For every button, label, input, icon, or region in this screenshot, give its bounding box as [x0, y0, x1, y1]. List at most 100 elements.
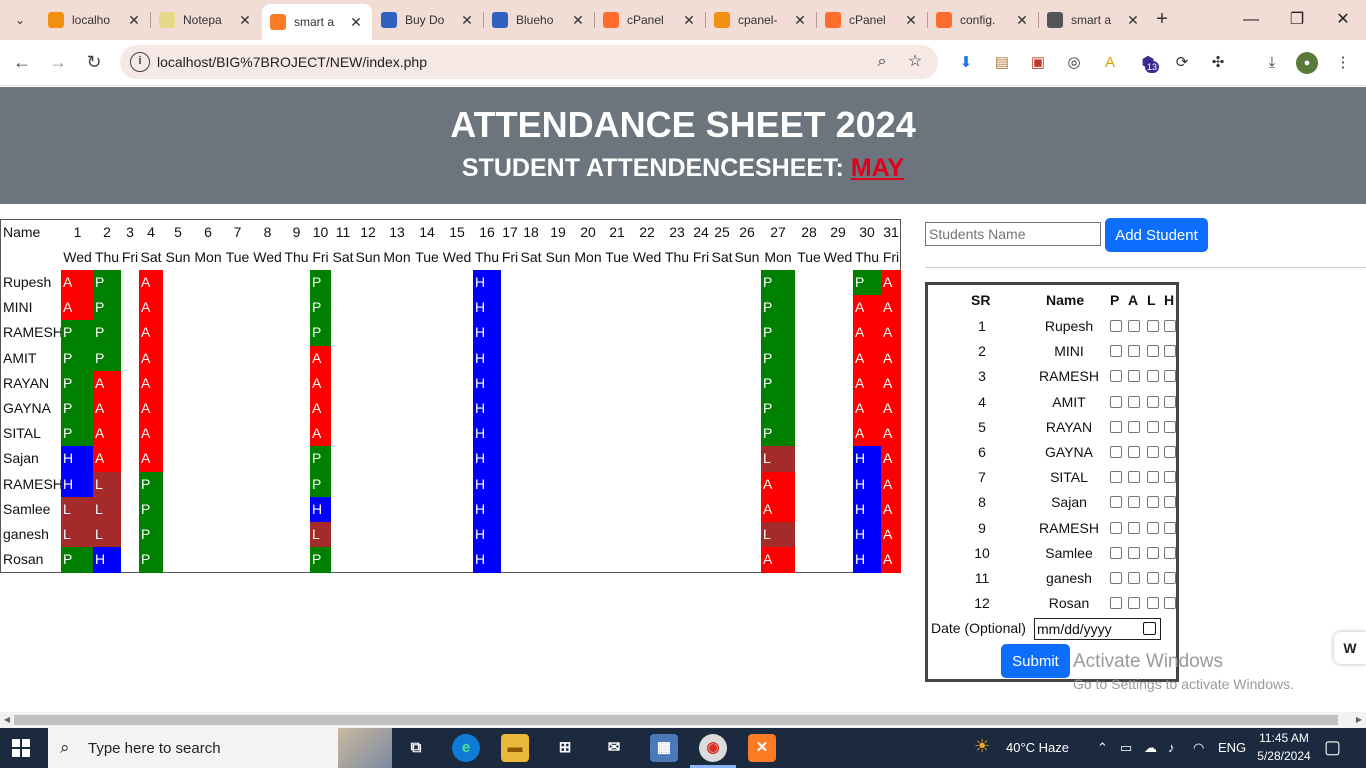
volume-icon[interactable]: ♪: [1168, 740, 1175, 755]
reload-button[interactable]: ↻: [80, 48, 108, 76]
present-checkbox[interactable]: [1110, 572, 1122, 584]
holiday-checkbox[interactable]: [1164, 546, 1176, 559]
add-student-button[interactable]: Add Student: [1105, 218, 1208, 252]
present-checkbox[interactable]: [1110, 320, 1122, 332]
holiday-checkbox[interactable]: [1164, 471, 1176, 484]
restore-button[interactable]: ❐: [1274, 0, 1320, 40]
present-checkbox[interactable]: [1110, 597, 1122, 610]
weather-text[interactable]: 40°C Haze: [1006, 740, 1069, 755]
browser-tab[interactable]: config. ✕: [928, 6, 1038, 34]
present-checkbox[interactable]: [1110, 496, 1122, 509]
wifi-icon[interactable]: ◠: [1193, 740, 1204, 756]
close-tab-icon[interactable]: ✕: [681, 12, 697, 29]
leave-checkbox[interactable]: [1147, 420, 1159, 433]
download-manager-icon[interactable]: ⬇: [955, 52, 977, 74]
holiday-checkbox[interactable]: [1164, 446, 1176, 458]
taskbar-search-box[interactable]: ⌕ Type here to search: [48, 728, 392, 768]
leave-checkbox[interactable]: [1147, 320, 1159, 332]
close-tab-icon[interactable]: ✕: [459, 12, 475, 29]
side-widget-icon[interactable]: W: [1334, 632, 1366, 664]
extensions-puzzle-icon[interactable]: ✣: [1207, 52, 1229, 74]
browser-menu-icon[interactable]: ⋮: [1332, 52, 1354, 74]
browser-tab[interactable]: Blueho ✕: [484, 6, 594, 34]
chrome-taskbar-icon[interactable]: ◉: [699, 734, 727, 762]
zoom-icon[interactable]: ⌕: [872, 52, 892, 72]
code-extension-icon[interactable]: ◎: [1063, 52, 1085, 74]
browser-tab[interactable]: smart a ✕: [1039, 6, 1149, 34]
bookmark-star-icon[interactable]: ☆: [905, 52, 925, 72]
browser-tab[interactable]: smart a ✕: [262, 4, 372, 40]
close-tab-icon[interactable]: ✕: [348, 14, 364, 31]
browser-tab[interactable]: Notepa ✕: [151, 6, 261, 34]
holiday-checkbox[interactable]: [1164, 345, 1176, 358]
leave-checkbox[interactable]: [1147, 521, 1159, 534]
absent-checkbox[interactable]: [1128, 395, 1140, 408]
image-extension-icon[interactable]: ▣: [1027, 52, 1049, 74]
holiday-checkbox[interactable]: [1164, 521, 1176, 534]
url-text[interactable]: localhost/BIG%7BROJECT/NEW/index.php: [157, 54, 427, 70]
absent-checkbox[interactable]: [1128, 546, 1140, 559]
weather-icon[interactable]: ☀: [974, 736, 990, 757]
clock-date[interactable]: 5/28/2024: [1252, 749, 1316, 763]
edge-browser-icon[interactable]: e: [452, 734, 480, 762]
date-input[interactable]: mm/dd/yyyy: [1034, 618, 1161, 640]
absent-checkbox[interactable]: [1128, 345, 1140, 358]
absent-checkbox[interactable]: [1128, 471, 1140, 484]
close-tab-icon[interactable]: ✕: [1014, 12, 1030, 29]
leave-checkbox[interactable]: [1147, 572, 1159, 584]
sync-extension-icon[interactable]: ⟳: [1171, 52, 1193, 74]
absent-checkbox[interactable]: [1128, 597, 1140, 610]
absent-checkbox[interactable]: [1128, 320, 1140, 332]
student-name-input[interactable]: [925, 222, 1101, 246]
task-view-icon[interactable]: ⧉: [402, 734, 430, 762]
leave-checkbox[interactable]: [1147, 395, 1159, 408]
absent-checkbox[interactable]: [1128, 446, 1140, 458]
store-icon[interactable]: ⊞: [551, 734, 579, 762]
leave-checkbox[interactable]: [1147, 496, 1159, 509]
present-checkbox[interactable]: [1110, 395, 1122, 408]
translate-extension-icon[interactable]: A: [1099, 52, 1121, 74]
browser-tab[interactable]: Buy Do ✕: [373, 6, 483, 34]
calendar-icon[interactable]: [1143, 622, 1156, 635]
absent-checkbox[interactable]: [1128, 521, 1140, 534]
site-info-icon[interactable]: i: [130, 52, 150, 72]
holiday-checkbox[interactable]: [1164, 395, 1176, 408]
back-button[interactable]: ←: [8, 48, 36, 76]
close-tab-icon[interactable]: ✕: [237, 12, 253, 29]
holiday-checkbox[interactable]: [1164, 370, 1176, 383]
close-tab-icon[interactable]: ✕: [1125, 12, 1141, 29]
present-checkbox[interactable]: [1110, 546, 1122, 559]
notes-extension-icon[interactable]: ▤: [991, 52, 1013, 74]
file-explorer-icon[interactable]: ▬: [501, 734, 529, 762]
leave-checkbox[interactable]: [1147, 546, 1159, 559]
horizontal-scrollbar[interactable]: ◀ ▶: [0, 712, 1366, 728]
absent-checkbox[interactable]: [1128, 496, 1140, 509]
absent-checkbox[interactable]: [1128, 370, 1140, 383]
close-tab-icon[interactable]: ✕: [126, 12, 142, 29]
leave-checkbox[interactable]: [1147, 597, 1159, 610]
clock-time[interactable]: 11:45 AM: [1256, 731, 1312, 745]
app-icon[interactable]: ▦: [650, 734, 678, 762]
holiday-checkbox[interactable]: [1164, 320, 1176, 332]
windows-start-icon[interactable]: [12, 739, 30, 757]
forward-button[interactable]: →: [44, 48, 72, 76]
close-tab-icon[interactable]: ✕: [903, 12, 919, 29]
leave-checkbox[interactable]: [1147, 370, 1159, 383]
notifications-icon[interactable]: ▢: [1324, 737, 1341, 758]
absent-checkbox[interactable]: [1128, 420, 1140, 433]
language-indicator[interactable]: ENG: [1218, 740, 1246, 755]
present-checkbox[interactable]: [1110, 370, 1122, 383]
extension-badge-icon[interactable]: ⬢ 13: [1137, 52, 1160, 74]
holiday-checkbox[interactable]: [1164, 597, 1176, 610]
present-checkbox[interactable]: [1110, 345, 1122, 358]
month-link[interactable]: MAY: [851, 154, 904, 182]
minimize-button[interactable]: —: [1228, 0, 1274, 40]
scroll-right-icon[interactable]: ▶: [1352, 712, 1366, 728]
leave-checkbox[interactable]: [1147, 471, 1159, 484]
address-bar[interactable]: i localhost/BIG%7BROJECT/NEW/index.php ⌕…: [120, 45, 938, 79]
network-icon[interactable]: ☁: [1144, 740, 1157, 756]
holiday-checkbox[interactable]: [1164, 572, 1176, 584]
present-checkbox[interactable]: [1110, 446, 1122, 458]
holiday-checkbox[interactable]: [1164, 420, 1176, 433]
close-tab-icon[interactable]: ✕: [570, 12, 586, 29]
